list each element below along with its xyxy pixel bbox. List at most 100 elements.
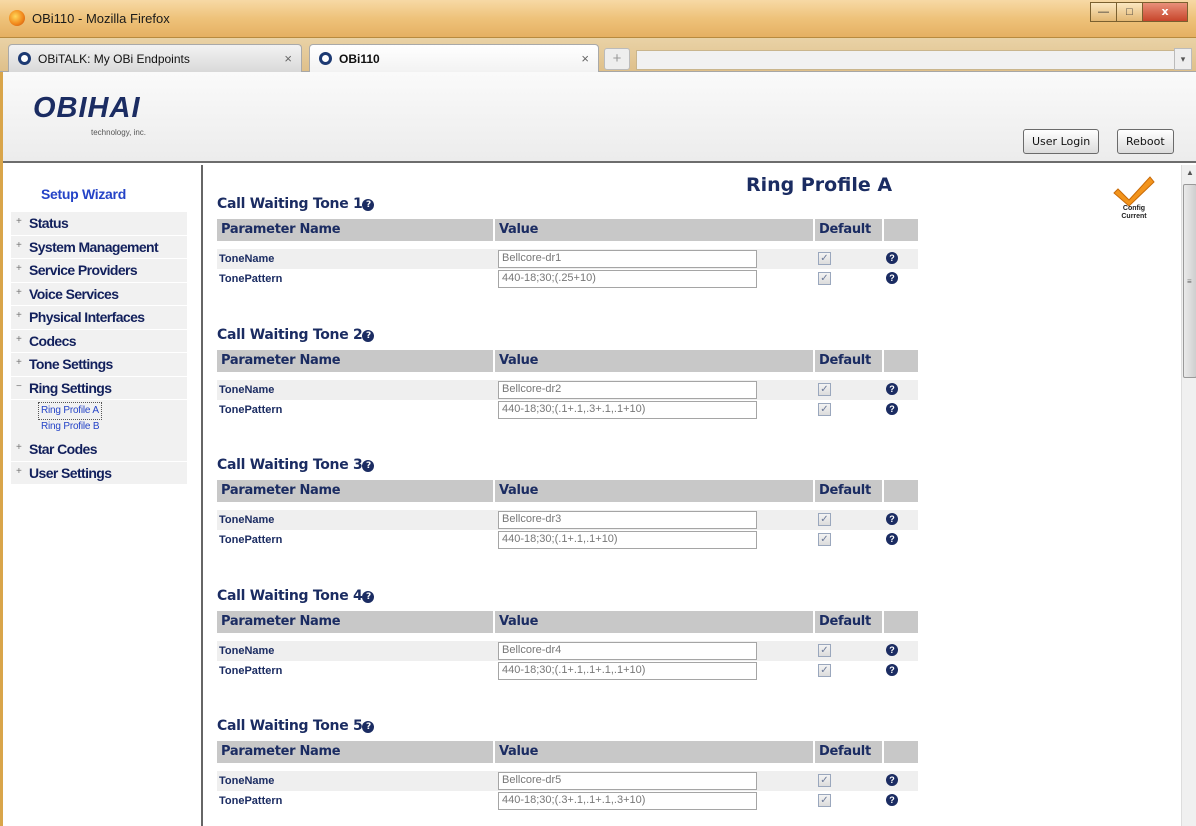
tab-strip-filler [636,50,1176,70]
help-icon[interactable]: ? [362,721,375,733]
ring-settings-submenu: Ring Profile A Ring Profile B [11,400,187,438]
expand-icon: + [16,286,22,298]
default-checkbox[interactable]: ✓ [818,774,831,787]
page: OBIHAI technology, inc. User Login Reboo… [0,72,1196,826]
parameter-value-input[interactable]: 440-18;30;(.1+.1,.1+10) [498,531,757,549]
vertical-scrollbar[interactable]: ▲ ≡ [1181,165,1196,826]
parameter-value-input[interactable]: Bellcore-dr1 [498,250,757,268]
new-tab-button[interactable]: + [604,48,630,70]
column-divider [493,741,495,763]
sidebar-item-physical-interfaces[interactable]: + Physical Interfaces [11,306,187,330]
help-icon[interactable]: ? [886,382,898,395]
sidebar-item-tone-settings[interactable]: + Tone Settings [11,353,187,377]
expand-icon: + [16,333,22,345]
default-checkbox[interactable]: ✓ [818,252,831,265]
sidebar-item-label: Ring Settings [29,379,112,396]
help-icon[interactable]: ? [886,272,898,284]
firefox-icon [9,10,25,26]
column-header-name: Parameter Name [221,222,341,237]
tab-close-button[interactable]: × [581,51,589,66]
tab-close-button[interactable]: × [284,51,292,66]
default-checkbox[interactable]: ✓ [818,272,831,285]
help-icon[interactable]: ? [886,513,898,525]
default-checkbox[interactable]: ✓ [818,402,831,416]
sidebar-item-star-codes[interactable]: + Star Codes [11,438,187,462]
close-window-button[interactable]: x [1142,2,1188,22]
default-checkbox[interactable]: ✓ [818,643,831,657]
parameter-value-input[interactable]: 440-18;30;(.25+10) [498,270,757,288]
help-icon[interactable]: ? [362,329,375,342]
help-icon[interactable]: ? [886,643,898,656]
table-row: TonePattern 440-18;30;(.1+.1,.1+10) ✓ ? [217,530,918,550]
expand-icon: + [16,310,22,321]
help-icon[interactable]: ? [362,199,375,211]
table-header: Parameter Name Value Default [217,349,918,372]
sidebar-item-label: Star Codes [29,441,98,457]
parameter-value-input[interactable]: 440-18;30;(.1+.1,.1+.1,.1+10) [498,661,757,680]
default-checkbox[interactable]: ✓ [818,513,831,526]
expand-icon: + [16,263,22,274]
sidebar-item-user-settings[interactable]: + User Settings [11,461,187,485]
parameter-name: TonePattern [219,664,283,677]
default-checkbox[interactable]: ✓ [818,533,831,546]
default-checkbox[interactable]: ✓ [818,663,831,677]
maximize-button[interactable]: □ [1116,2,1143,22]
help-icon[interactable]: ? [362,590,375,603]
table-header: Parameter Name Value Default [217,610,918,633]
tab-obitalk-endpoints[interactable]: OBiTALK: My OBi Endpoints × [8,44,302,72]
sidebar-subitem-ring-profile-b[interactable]: Ring Profile B [41,419,187,435]
parameter-value-input[interactable]: Bellcore-dr2 [498,380,757,399]
help-icon[interactable]: ? [886,663,898,676]
sidebar-item-label: Service Providers [29,262,138,278]
sidebar-item-label: User Settings [29,464,112,481]
setup-wizard-link[interactable]: Setup Wizard [41,186,126,202]
sidebar-item-status[interactable]: + Status [11,212,187,236]
table-row: ToneName Bellcore-dr1 ✓ ? [217,249,918,269]
sidebar-item-voice-services[interactable]: + Voice Services [11,282,187,306]
default-checkbox[interactable]: ✓ [818,794,831,807]
help-icon[interactable]: ? [886,402,898,415]
parameter-value-input[interactable]: 440-18;30;(.3+.1,.1+.1,.3+10) [498,792,757,810]
column-divider [882,480,884,502]
table-header: Parameter Name Value Default [217,219,918,241]
column-header-name: Parameter Name [221,744,341,759]
parameter-value-input[interactable]: 440-18;30;(.1+.1,.3+.1,.1+10) [498,400,757,419]
sidebar-item-service-providers[interactable]: + Service Providers [11,259,187,283]
help-icon[interactable]: ? [886,794,898,806]
collapse-icon: − [16,380,22,392]
help-icon[interactable]: ? [886,774,898,786]
scroll-up-arrow-icon[interactable]: ▲ [1182,165,1196,181]
minimize-button[interactable]: — [1090,2,1117,22]
parameter-name: TonePattern [219,534,283,546]
reboot-button[interactable]: Reboot [1117,129,1174,154]
column-divider [493,349,495,372]
help-icon[interactable]: ? [362,460,375,472]
config-current-badge: Config Current [1109,173,1159,223]
column-divider [813,610,815,633]
user-login-button[interactable]: User Login [1023,129,1100,154]
default-checkbox[interactable]: ✓ [818,382,831,396]
scrollbar-thumb[interactable]: ≡ [1183,184,1196,378]
column-divider [882,349,884,372]
column-header-value: Value [499,613,539,629]
table-row: TonePattern 440-18;30;(.1+.1,.3+.1,.1+10… [217,400,918,420]
sidebar-item-system-management[interactable]: + System Management [11,235,187,259]
obitalk-icon [319,52,332,65]
parameter-value-input[interactable]: Bellcore-dr3 [498,511,757,529]
tab-obi110[interactable]: OBi110 × [309,44,599,73]
parameter-name: TonePattern [219,795,283,807]
parameter-name: TonePattern [219,273,283,285]
help-icon[interactable]: ? [886,533,898,545]
help-icon[interactable]: ? [886,252,898,264]
sidebar-item-label: Status [29,215,69,231]
column-divider [882,741,884,763]
parameter-value-input[interactable]: Bellcore-dr5 [498,772,757,790]
tone-section: Call Waiting Tone 3? Parameter Name Valu… [213,457,923,567]
parameter-value-input[interactable]: Bellcore-dr4 [498,641,757,660]
column-divider [882,219,884,241]
table-row: TonePattern 440-18;30;(.3+.1,.1+.1,.3+10… [217,791,918,811]
sidebar-item-codecs[interactable]: + Codecs [11,329,187,353]
sidebar-item-ring-settings[interactable]: − Ring Settings [11,376,187,400]
sidebar-subitem-ring-profile-a[interactable]: Ring Profile A [38,402,102,420]
tab-list-button[interactable]: ▾ [1174,48,1192,70]
